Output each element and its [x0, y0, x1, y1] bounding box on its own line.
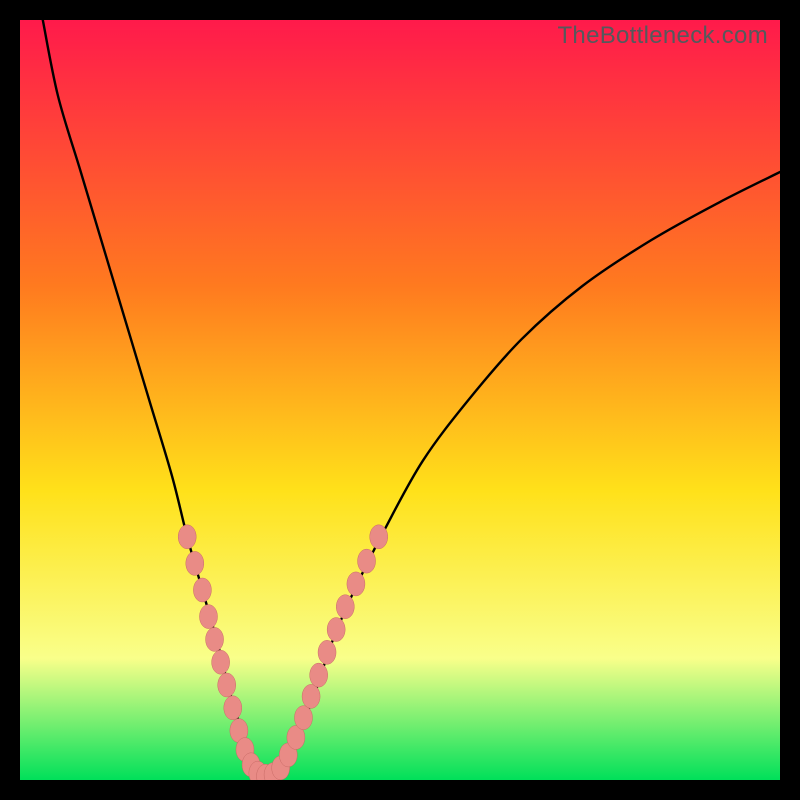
marker-dot — [370, 525, 388, 549]
chart-frame: TheBottleneck.com — [20, 20, 780, 780]
marker-dot — [294, 706, 312, 730]
bottleneck-chart — [20, 20, 780, 780]
marker-dot — [310, 663, 328, 687]
marker-dot — [178, 525, 196, 549]
marker-dot — [193, 578, 211, 602]
marker-dot — [358, 549, 376, 573]
marker-dot — [218, 673, 236, 697]
watermark-text: TheBottleneck.com — [557, 22, 768, 50]
marker-dot — [199, 605, 217, 629]
marker-dot — [302, 684, 320, 708]
marker-dot — [347, 572, 365, 596]
marker-dot — [224, 696, 242, 720]
marker-dot — [327, 618, 345, 642]
gradient-background — [20, 20, 780, 780]
marker-dot — [212, 650, 230, 674]
marker-dot — [206, 627, 224, 651]
marker-dot — [186, 551, 204, 575]
marker-dot — [336, 595, 354, 619]
marker-dot — [318, 640, 336, 664]
